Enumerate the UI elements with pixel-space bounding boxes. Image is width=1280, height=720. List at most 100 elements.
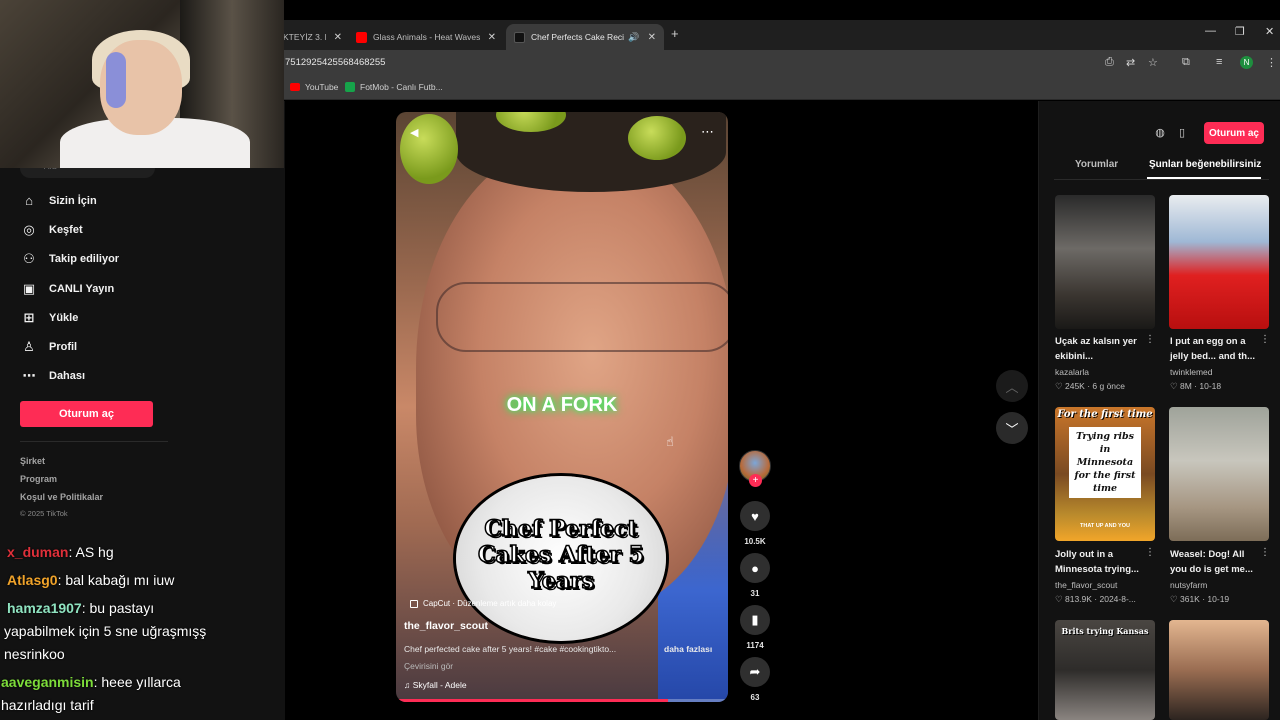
next-video-button[interactable]: ﹀: [996, 412, 1028, 444]
translate-link[interactable]: Çevirisini gör: [404, 661, 453, 671]
video-options-icon[interactable]: ⋮: [1260, 334, 1270, 345]
olive-graphic: [400, 114, 458, 184]
video-options-icon[interactable]: ⋮: [1145, 547, 1155, 558]
bookmark-label: FotMob - Canlı Futb...: [360, 82, 443, 92]
right-login-button[interactable]: Oturum aç: [1204, 122, 1264, 144]
minimize-icon[interactable]: —: [1205, 25, 1216, 37]
progress-bar[interactable]: [396, 699, 728, 702]
fotmob-icon: [345, 82, 355, 92]
chat-text: : heee yıllarca: [93, 674, 181, 690]
video-likes: 361K: [1179, 594, 1200, 604]
desktop-app-icon[interactable]: ◍: [1153, 126, 1167, 140]
mobile-app-icon[interactable]: ▯: [1175, 126, 1189, 140]
video-author[interactable]: kazalarla: [1055, 367, 1089, 377]
install-icon[interactable]: ⎙: [1105, 56, 1114, 69]
share-count: 63: [750, 693, 760, 702]
follow-plus-icon[interactable]: +: [749, 474, 762, 487]
browser-tab-active[interactable]: Chef Perfects Cake Recipe A 🔊 ✕: [506, 24, 664, 50]
divider: [20, 441, 168, 442]
home-icon: ⌂: [25, 193, 33, 208]
sidebar-item-label: Sizin İçin: [49, 194, 97, 207]
browser-tab[interactable]: Glass Animals - Heat Waves - Y ✕: [348, 24, 504, 50]
bubble-text: Chef Perfect Cakes After 5 Years: [477, 515, 644, 595]
video-title[interactable]: Uçak az kalsın yer ekibini...: [1055, 334, 1147, 364]
video-thumbnail[interactable]: For the first time Trying ribs in Minnes…: [1055, 407, 1155, 541]
video-options-icon[interactable]: ⋮: [1145, 334, 1155, 345]
extensions-icon[interactable]: ⧉: [1182, 56, 1190, 69]
browser-menu-icon[interactable]: ⋮: [1266, 56, 1277, 69]
close-tab-icon[interactable]: ✕: [334, 32, 342, 43]
sidebar-item-live[interactable]: ▣ CANLI Yayın: [20, 281, 114, 297]
video-frame-glasses: [436, 282, 728, 352]
compass-icon: ◎: [23, 222, 35, 237]
video-author[interactable]: nutsyfarm: [1170, 580, 1207, 590]
bookmark-fotmob[interactable]: FotMob - Canlı Futb...: [345, 82, 443, 92]
video-thumbnail[interactable]: Brits trying Kansas: [1055, 620, 1155, 720]
sidebar-item-more[interactable]: ⋯ Dahası: [20, 368, 86, 384]
chat-text: yapabilmek için 5 sne uğraşmışş: [4, 623, 207, 639]
chat-text: nesrinkoo: [4, 646, 65, 662]
comment-button[interactable]: ●: [740, 553, 770, 583]
sidebar-item-explore[interactable]: ◎ Keşfet: [20, 222, 82, 238]
browser-tab[interactable]: KTEYİZ 3. Bö ✕: [275, 24, 350, 50]
video-title[interactable]: Jolly out in a Minnesota trying...: [1055, 547, 1147, 577]
sidebar-item-for-you[interactable]: ⌂ Sizin İçin: [20, 193, 97, 208]
speaker-icon[interactable]: 🔊: [628, 32, 639, 43]
music-track[interactable]: ♫ Skyfall - Adele: [404, 680, 467, 690]
chat-username: x_duman: [7, 544, 69, 560]
media-icon[interactable]: ≡: [1216, 56, 1222, 68]
video-thumbnail[interactable]: [1169, 195, 1269, 329]
video-player[interactable]: ◀ ⋯ ON A FORK Chef Perfect Cakes After 5…: [396, 112, 728, 702]
sidebar-item-profile[interactable]: ♙ Profil: [20, 339, 77, 355]
footer-link-company[interactable]: Şirket: [20, 456, 45, 466]
video-author[interactable]: the_flavor_scout: [1055, 580, 1117, 590]
video-author[interactable]: twinklemed: [1170, 367, 1213, 377]
video-thumbnail[interactable]: [1055, 195, 1155, 329]
previous-video-button[interactable]: ︿: [996, 370, 1028, 402]
login-button[interactable]: Oturum aç: [20, 401, 153, 427]
close-tab-icon[interactable]: ✕: [648, 32, 656, 43]
restore-icon[interactable]: ❐: [1235, 25, 1245, 38]
bookmark-star-icon[interactable]: ☆: [1148, 56, 1158, 69]
tiktok-favicon-icon: [514, 31, 525, 43]
tab-you-may-like[interactable]: Şunları beğenebilirsiniz: [1149, 159, 1261, 170]
video-menu-icon[interactable]: ⋯: [701, 124, 714, 140]
translate-icon[interactable]: ⇄: [1126, 56, 1135, 69]
video-thumbnail[interactable]: [1169, 407, 1269, 541]
like-button[interactable]: ♥: [740, 501, 770, 531]
video-thumbnail[interactable]: [1169, 620, 1269, 720]
more-link[interactable]: daha fazlası: [664, 644, 712, 654]
save-button[interactable]: ▮: [740, 605, 770, 635]
tab-comments[interactable]: Yorumlar: [1075, 159, 1118, 170]
new-tab-icon[interactable]: +: [671, 26, 679, 41]
chat-username: hamza1907: [7, 600, 82, 616]
video-title[interactable]: I put an egg on a jelly bed... and th...: [1170, 334, 1262, 364]
sidebar-item-following[interactable]: ⚇ Takip ediliyor: [20, 251, 119, 267]
heart-outline-icon: ♡: [1170, 381, 1180, 391]
more-icon: ⋯: [22, 368, 36, 383]
close-window-icon[interactable]: ✕: [1265, 25, 1274, 38]
sidebar-item-upload[interactable]: ⊞ Yükle: [20, 310, 79, 326]
capcut-badge[interactable]: CapCut · Düzenleme artık daha kolay: [410, 599, 556, 608]
footer-link-terms[interactable]: Koşul ve Politikalar: [20, 492, 103, 502]
video-options-icon[interactable]: ⋮: [1260, 547, 1270, 558]
profile-avatar[interactable]: N: [1240, 56, 1253, 69]
save-count: 1174: [746, 641, 764, 650]
footer-link-program[interactable]: Program: [20, 474, 57, 484]
video-date: 10-19: [1207, 594, 1230, 604]
video-title[interactable]: Weasel: Dog! All you do is get me...: [1170, 547, 1262, 577]
heart-outline-icon: ♡: [1055, 381, 1065, 391]
like-count: 10.5K: [744, 537, 766, 546]
tab-title: Glass Animals - Heat Waves - Y: [373, 32, 480, 42]
video-author[interactable]: the_flavor_scout: [404, 620, 488, 632]
share-button[interactable]: ➦: [740, 657, 770, 687]
video-date: 2024-8-...: [1099, 594, 1136, 604]
url-field[interactable]: 7512925425568468255: [285, 57, 385, 68]
video-likes: 8M: [1179, 381, 1192, 391]
close-tab-icon[interactable]: ✕: [488, 32, 496, 43]
bookmark-youtube[interactable]: YouTube: [290, 82, 338, 92]
volume-icon[interactable]: ◀: [410, 126, 418, 139]
capcut-icon: [410, 599, 418, 608]
capcut-label: CapCut · Düzenleme artık daha kolay: [423, 599, 557, 608]
chat-text: : AS hg: [68, 544, 114, 560]
